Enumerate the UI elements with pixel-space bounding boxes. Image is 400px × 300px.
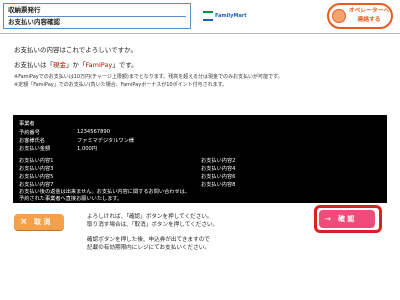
customer-name-value: ファミマデジタルワン様 — [77, 138, 134, 144]
close-icon: × — [20, 217, 28, 227]
payment-item-1: お支払い内容1 — [19, 158, 54, 164]
cancel-button-label: 取 消 — [34, 218, 51, 226]
payment-item-8: お支払い内容8 — [201, 182, 236, 188]
famipay-note-2: ※定額「FamiPay」でのお支払い(負いた場合、FamiPayボーナスが10ポ… — [14, 82, 228, 88]
arrow-right-icon: → — [325, 215, 331, 223]
contact-notice: 予約された事業者へ直接お願いいたします。 — [19, 196, 123, 202]
operator-face-icon — [332, 9, 346, 23]
famipay-note-1: ※FamiPayでのお支払いは10万円(チャージ上限額)までとなります。残高を超… — [14, 74, 283, 80]
screen-title: 収納票発行 — [8, 5, 186, 17]
logo-text: FamilyMart — [215, 13, 247, 19]
contact-operator-button[interactable]: オペレーターへ 連絡する — [327, 3, 393, 29]
payment-item-6: お支払い内容6 — [201, 174, 236, 180]
payment-amount-value: 1,000円 — [77, 146, 98, 152]
instruction-line-4: 記載の有効期限内にレジにてお支払いください。 — [87, 245, 210, 251]
payment-item-2: お支払い内容2 — [201, 158, 236, 164]
customer-name-label: お客様氏名 — [19, 138, 45, 144]
reservation-number-value: 1234567890 — [77, 129, 111, 135]
screen-subtitle: お支払い内容確認 — [8, 18, 60, 26]
confirm-button[interactable]: → 確 認 — [319, 210, 375, 228]
header-divider — [0, 33, 400, 34]
payment-item-7: お支払い内容7 — [19, 182, 54, 188]
payment-method-text: お支払いは「現金」か「FamiPay」です。 — [14, 61, 138, 69]
payment-item-5: お支払い内容5 — [19, 174, 54, 180]
payment-details-panel: 事業者 予約番号 1234567890 お客様氏名 ファミマデジタルワン様 お支… — [13, 115, 387, 203]
payment-item-3: お支払い内容3 — [19, 166, 54, 172]
familymart-logo: FamilyMart — [203, 5, 249, 27]
cancel-button[interactable]: × 取 消 — [14, 214, 64, 230]
contact-operator-label: オペレーターへ 連絡する — [348, 8, 390, 23]
confirm-button-label: 確 認 — [338, 215, 355, 223]
payment-amount-label: お支払い金額 — [19, 146, 51, 152]
instruction-line-1: よろしければ、「確認」ボタンを押してください。 — [87, 214, 213, 220]
instruction-line-3: 確認ボタンを押した後、申込券が出てきますので — [87, 237, 210, 243]
instruction-line-2: 取り消す場合は、「取消」ボタンを押してください。 — [87, 222, 219, 228]
confirm-question: お支払いの内容はこれでよろしいですか。 — [14, 46, 137, 54]
refund-notice: お支払い後の返金は出来ません。お支払い内容に関するお問い合わせは、 — [19, 189, 191, 195]
business-label: 事業者 — [19, 121, 35, 127]
screen-title-box: 収納票発行 お支払い内容確認 — [3, 3, 191, 29]
reservation-number-label: 予約番号 — [19, 130, 40, 136]
familymart-stripes-icon — [203, 11, 213, 21]
payment-item-4: お支払い内容4 — [201, 166, 236, 172]
